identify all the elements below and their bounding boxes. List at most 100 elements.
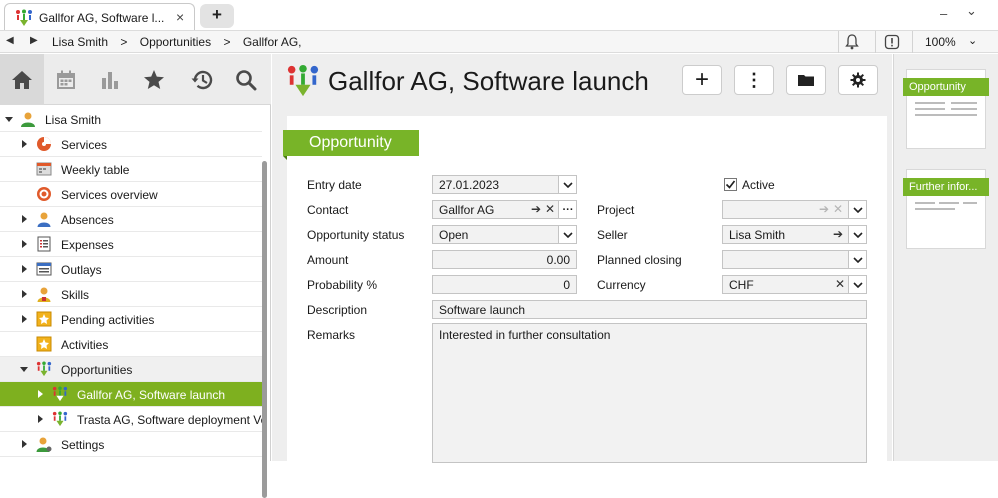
- back-icon[interactable]: ◀: [6, 35, 14, 46]
- opportunity-status-select[interactable]: Open: [432, 225, 577, 244]
- close-icon[interactable]: ×: [176, 9, 184, 25]
- tree-item-expenses[interactable]: Expenses: [0, 232, 262, 257]
- thumbnail-opportunity[interactable]: Opportunity: [903, 69, 989, 149]
- breadcrumb-item[interactable]: Lisa Smith: [52, 35, 108, 49]
- chevron-right-icon[interactable]: [22, 315, 27, 323]
- tree-root-lisa-smith[interactable]: Lisa Smith: [0, 107, 262, 132]
- tree-item-label: Activities: [61, 338, 109, 352]
- settings-button[interactable]: [838, 65, 878, 95]
- thumbnail-further-information[interactable]: Further infor...: [903, 169, 989, 249]
- favorites-button[interactable]: [132, 54, 176, 105]
- pending-icon: [36, 311, 52, 327]
- tree-item-outlays[interactable]: Outlays: [0, 257, 262, 282]
- project-label: Project: [597, 203, 635, 217]
- user-icon: [21, 112, 35, 127]
- tree-item-label: Opportunities: [61, 363, 133, 377]
- thumbnail-line: [915, 202, 935, 204]
- more-vertical-icon: ⋮: [745, 69, 763, 90]
- reports-button[interactable]: [88, 54, 132, 105]
- chevron-right-icon[interactable]: [38, 415, 43, 423]
- chevron-down-icon[interactable]: [20, 367, 28, 372]
- tree-item-absences[interactable]: Absences: [0, 207, 262, 232]
- chevron-down-icon[interactable]: [848, 251, 866, 268]
- target-icon: [37, 187, 51, 201]
- breadcrumb-item[interactable]: Opportunities: [140, 35, 211, 49]
- scrollbar[interactable]: [262, 161, 267, 498]
- probability-input[interactable]: 0: [432, 275, 577, 294]
- more-button[interactable]: ⋮: [734, 65, 774, 95]
- tree-item-services[interactable]: Services: [0, 132, 262, 157]
- add-button[interactable]: +: [682, 65, 722, 95]
- tree-item-services-overview[interactable]: Services overview: [0, 182, 262, 207]
- active-checkbox[interactable]: [724, 178, 737, 191]
- bell-icon[interactable]: [845, 34, 859, 50]
- chevron-right-icon[interactable]: [38, 390, 43, 398]
- chevron-down-icon[interactable]: [848, 226, 866, 243]
- calendar-button[interactable]: [44, 54, 88, 105]
- currency-label: Currency: [597, 278, 646, 292]
- thumbnail-label: Further infor...: [903, 178, 989, 196]
- alert-icon[interactable]: [884, 34, 900, 50]
- tree-item-gallfor-ag-software-launch[interactable]: Gallfor AG, Software launch: [0, 382, 262, 407]
- tree-item-settings[interactable]: Settings: [0, 432, 262, 457]
- chevron-down-icon[interactable]: ⌄: [968, 34, 977, 47]
- seller-label: Seller: [597, 228, 628, 242]
- chevron-down-icon[interactable]: ⌄: [966, 3, 977, 19]
- chevron-right-icon[interactable]: [22, 265, 27, 273]
- arrow-right-icon[interactable]: ➔: [833, 227, 843, 241]
- divider: [912, 31, 913, 53]
- currency-select[interactable]: CHF ✕: [722, 275, 867, 294]
- amount-input[interactable]: 0.00: [432, 250, 577, 269]
- tree-item-label: Services overview: [61, 188, 158, 202]
- chevron-down-icon[interactable]: [5, 117, 13, 122]
- breadcrumb-item[interactable]: Gallfor AG, Sc: [243, 35, 302, 49]
- chevron-right-icon[interactable]: [22, 215, 27, 223]
- seller-field[interactable]: Lisa Smith ➔: [722, 225, 867, 244]
- probability-label: Probability %: [307, 278, 378, 292]
- minimize-icon[interactable]: –: [940, 6, 947, 21]
- history-button[interactable]: [180, 54, 224, 105]
- project-field[interactable]: ➔ ✕: [722, 200, 867, 219]
- chevron-down-icon[interactable]: [558, 226, 576, 243]
- tree-item-label: Outlays: [61, 263, 102, 277]
- forward-icon[interactable]: ▶: [30, 35, 38, 46]
- chevron-down-icon[interactable]: [558, 176, 576, 193]
- remarks-label: Remarks: [307, 328, 356, 342]
- chevron-down-icon[interactable]: [848, 201, 866, 218]
- entry-date-field[interactable]: 27.01.2023: [432, 175, 577, 194]
- tree-item-label: Settings: [61, 438, 105, 452]
- thumbnail-line: [915, 102, 945, 104]
- settings-user-icon: [36, 437, 52, 452]
- tree-item-skills[interactable]: Skills: [0, 282, 262, 307]
- opportunity-icon: [52, 386, 68, 402]
- tree-item-opportunities[interactable]: Opportunities: [0, 357, 262, 382]
- tree-item-weekly-table[interactable]: Weekly table: [0, 157, 262, 182]
- tree-item-trasta-ag[interactable]: Trasta AG, Software deployment Ver: [0, 407, 262, 432]
- description-input[interactable]: Software launch: [432, 300, 867, 319]
- tab-title: Gallfor AG, Software l...: [39, 11, 165, 25]
- chevron-right-icon[interactable]: [22, 240, 27, 248]
- clear-icon[interactable]: ✕: [835, 277, 845, 291]
- contact-field[interactable]: Gallfor AG ➔ ✕ ···: [432, 200, 577, 219]
- check-icon: [725, 180, 736, 189]
- entry-date-label: Entry date: [307, 178, 362, 192]
- clear-icon[interactable]: ✕: [545, 202, 555, 216]
- remarks-textarea[interactable]: Interested in further consultation: [432, 323, 867, 463]
- arrow-right-icon[interactable]: ➔: [531, 202, 541, 216]
- folder-button[interactable]: [786, 65, 826, 95]
- chevron-right-icon[interactable]: [22, 290, 27, 298]
- opportunities-icon: [36, 361, 52, 377]
- new-tab-button[interactable]: +: [200, 4, 234, 28]
- thumbnail-line: [951, 108, 977, 110]
- chevron-right-icon[interactable]: [22, 440, 27, 448]
- search-button[interactable]: [224, 54, 268, 105]
- planned-closing-field[interactable]: [722, 250, 867, 269]
- browser-tab[interactable]: Gallfor AG, Software l... ×: [4, 3, 195, 30]
- chevron-right-icon[interactable]: [22, 140, 27, 148]
- tree-item-pending-activities[interactable]: Pending activities: [0, 307, 262, 332]
- home-button[interactable]: [0, 54, 44, 105]
- ellipsis-icon[interactable]: ···: [558, 201, 576, 218]
- tree-item-activities[interactable]: Activities: [0, 332, 262, 357]
- zoom-level[interactable]: 100%: [925, 35, 956, 49]
- chevron-down-icon[interactable]: [848, 276, 866, 293]
